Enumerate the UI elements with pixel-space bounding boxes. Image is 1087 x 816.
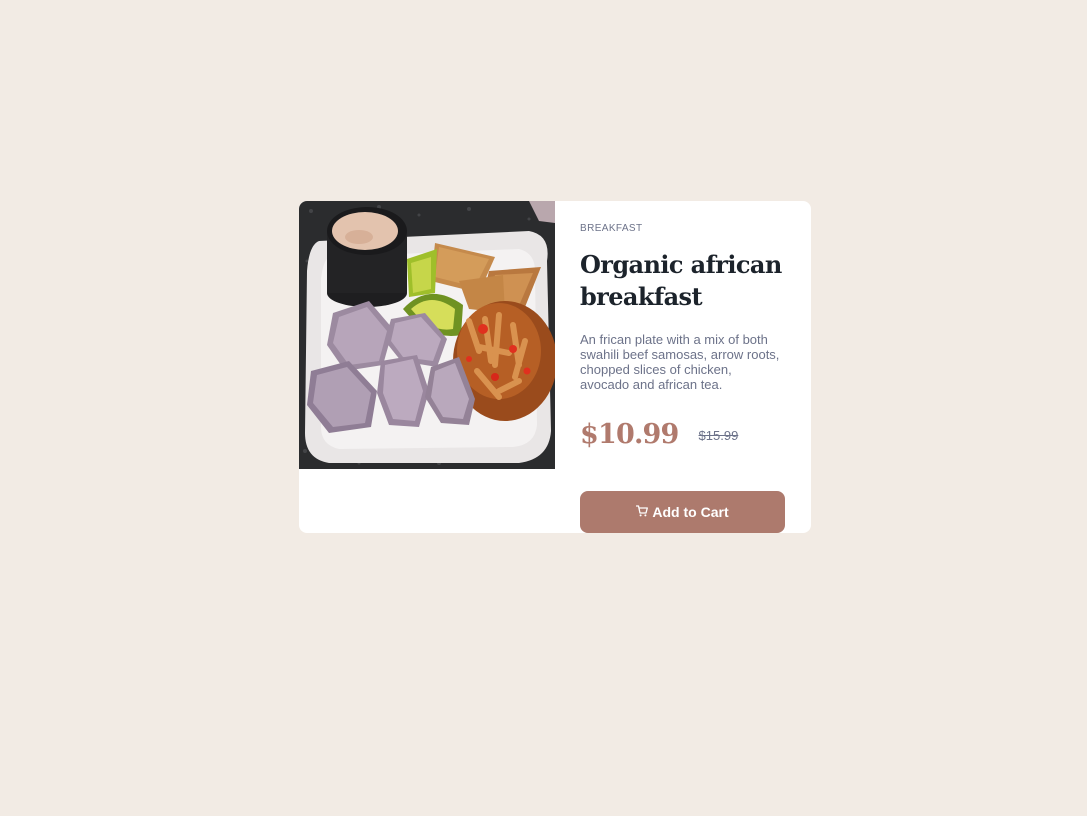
price-row: $10.99 $15.99 — [580, 419, 785, 450]
product-description: An frican plate with a mix of both swahi… — [580, 332, 780, 392]
product-details: BREAKFAST Organic african breakfast An f… — [555, 201, 811, 533]
current-price: $10.99 — [580, 419, 679, 450]
product-title: Organic african breakfast — [580, 250, 782, 311]
product-category: BREAKFAST — [580, 223, 643, 234]
product-card: BREAKFAST Organic african breakfast An f… — [299, 201, 811, 533]
original-price: $15.99 — [698, 428, 739, 443]
cart-icon — [636, 504, 649, 517]
add-to-cart-button[interactable]: Add to Cart — [580, 491, 785, 533]
add-to-cart-label: Add to Cart — [652, 504, 729, 520]
product-image — [299, 201, 555, 469]
